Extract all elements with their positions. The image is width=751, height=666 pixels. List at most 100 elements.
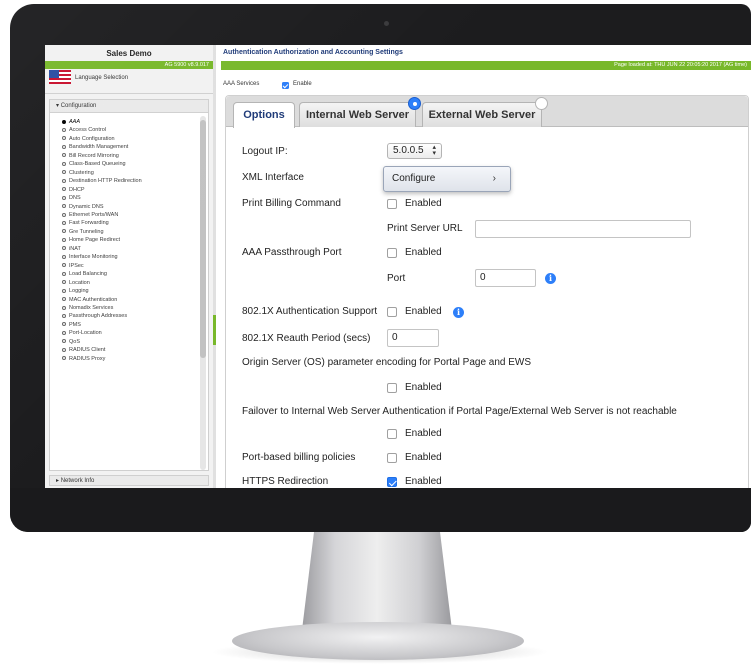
- tab-internal-web-server-label: Internal Web Server: [305, 109, 410, 121]
- https-redirection-checkbox[interactable]: [387, 477, 397, 487]
- aaa-services-enable-checkbox[interactable]: [282, 82, 289, 89]
- version-bar: AG 5900 v8.9.017: [45, 61, 213, 69]
- bullet-icon: [62, 330, 66, 335]
- https-redirection-label: HTTPS Redirection: [242, 476, 329, 487]
- tab-strip: Options Internal Web Server External Web…: [226, 96, 748, 128]
- print-server-url-label: Print Server URL: [387, 223, 463, 234]
- monitor-stand-base: [232, 622, 524, 660]
- print-billing-label: Print Billing Command: [242, 198, 341, 209]
- print-server-url-input[interactable]: [475, 220, 691, 238]
- bullet-icon: [62, 144, 66, 149]
- sidebar-item[interactable]: Interface Monitoring: [62, 253, 142, 261]
- sidebar-item[interactable]: Auto Configuration: [62, 135, 142, 143]
- sidebar-item-label: IPSec: [69, 262, 84, 269]
- configuration-header[interactable]: ▾ Configuration: [50, 100, 208, 113]
- sidebar-item[interactable]: DNS: [62, 194, 142, 202]
- external-web-server-radio[interactable]: [535, 97, 548, 110]
- bullet-icon: [62, 187, 66, 192]
- sidebar-item-label: RADIUS Proxy: [69, 355, 106, 362]
- bullet-icon: [62, 356, 66, 361]
- tab-external-web-server-label: External Web Server: [428, 109, 536, 121]
- sidebar-item[interactable]: QoS: [62, 338, 142, 346]
- sidebar-item-label: Bandwidth Management: [69, 144, 129, 151]
- sidebar-item[interactable]: Home Page Redirect: [62, 236, 142, 244]
- sidebar-item[interactable]: Ethernet Ports/WAN: [62, 211, 142, 219]
- sidebar-item-label: iNAT: [69, 245, 81, 252]
- sidebar-item[interactable]: Location: [62, 279, 142, 287]
- network-info-header[interactable]: ▸ Network Info: [49, 475, 209, 486]
- sidebar-item[interactable]: Load Balancing: [62, 270, 142, 278]
- port-billing-checkbox[interactable]: [387, 453, 397, 463]
- sidebar-item[interactable]: IPSec: [62, 262, 142, 270]
- dot1x-auth-checkbox[interactable]: [387, 307, 397, 317]
- sidebar-item[interactable]: Class-Based Queueing: [62, 160, 142, 168]
- sidebar-item[interactable]: Bill Record Mirroring: [62, 152, 142, 160]
- sidebar-item[interactable]: Clustering: [62, 169, 142, 177]
- sidebar-item[interactable]: Passthrough Addresses: [62, 312, 142, 320]
- sidebar-item-label: PMS: [69, 321, 81, 328]
- tab-options[interactable]: Options: [233, 102, 295, 128]
- sidebar-item[interactable]: Destination HTTP Redirection: [62, 177, 142, 185]
- configuration-header-label: Configuration: [60, 103, 97, 109]
- language-selection-link[interactable]: Language Selection: [75, 75, 128, 81]
- bullet-icon: [62, 178, 66, 183]
- print-billing-checkbox[interactable]: [387, 199, 397, 209]
- splitter-handle[interactable]: [213, 315, 216, 345]
- sidebar-item-label: Access Control: [69, 127, 106, 134]
- bullet-icon: [62, 229, 66, 234]
- sidebar-item[interactable]: RADIUS Client: [62, 346, 142, 354]
- monitor-chin: [10, 488, 751, 532]
- configure-button-label: Configure: [392, 173, 436, 184]
- sidebar-item-label: Nomadix Services: [69, 304, 114, 311]
- panel-splitter[interactable]: [213, 45, 216, 488]
- sidebar-item[interactable]: RADIUS Proxy: [62, 355, 142, 363]
- settings-panel: Options Internal Web Server External Web…: [225, 95, 749, 488]
- port-billing-enabled-label: Enabled: [405, 452, 442, 463]
- sidebar-item-label: Gre Tunneling: [69, 228, 104, 235]
- sidebar-item[interactable]: Nomadix Services: [62, 304, 142, 312]
- dot1x-auth-label: 802.1X Authentication Support: [242, 306, 378, 317]
- sidebar-item[interactable]: MAC Authentication: [62, 296, 142, 304]
- sidebar-item[interactable]: Dynamic DNS: [62, 203, 142, 211]
- sidebar-item-label: Clustering: [69, 169, 94, 176]
- port-info-icon[interactable]: i: [545, 273, 556, 284]
- sidebar-item[interactable]: iNAT: [62, 245, 142, 253]
- tab-external-web-server[interactable]: External Web Server: [422, 102, 542, 127]
- sidebar-item[interactable]: AAA: [62, 118, 142, 126]
- sidebar-item[interactable]: Logging: [62, 287, 142, 295]
- origin-server-checkbox[interactable]: [387, 383, 397, 393]
- port-billing-label: Port-based billing policies: [242, 452, 356, 463]
- configure-button[interactable]: Configure ›: [383, 166, 511, 192]
- failover-checkbox[interactable]: [387, 429, 397, 439]
- select-updown-icon: ▴ ▾: [432, 144, 436, 157]
- sidebar-item[interactable]: Bandwidth Management: [62, 143, 142, 151]
- internal-web-server-radio[interactable]: [408, 97, 421, 110]
- failover-label: Failover to Internal Web Server Authenti…: [242, 406, 677, 417]
- port-input[interactable]: 0: [475, 269, 536, 287]
- sidebar-item[interactable]: Gre Tunneling: [62, 228, 142, 236]
- https-redirection-enabled-label: Enabled: [405, 476, 442, 487]
- dot1x-reauth-label: 802.1X Reauth Period (secs): [242, 333, 371, 344]
- sidebar-item[interactable]: Port-Location: [62, 329, 142, 337]
- aaa-passthrough-checkbox[interactable]: [387, 248, 397, 258]
- sidebar-item-label: Fast Forwarding: [69, 220, 109, 227]
- bullet-icon: [62, 212, 66, 217]
- bullet-icon: [62, 170, 66, 175]
- sidebar-item-label: Port-Location: [69, 330, 102, 337]
- network-info-label: Network Info: [60, 478, 95, 484]
- sidebar-item[interactable]: Access Control: [62, 126, 142, 134]
- sidebar-item-label: QoS: [69, 338, 81, 345]
- logout-ip-select[interactable]: 5.0.0.5 ▴ ▾: [387, 143, 442, 159]
- sidebar-item[interactable]: PMS: [62, 321, 142, 329]
- us-flag-icon[interactable]: [49, 70, 71, 84]
- dot1x-info-icon[interactable]: i: [453, 307, 464, 318]
- sidebar-item[interactable]: DHCP: [62, 186, 142, 194]
- sidebar-item[interactable]: Fast Forwarding: [62, 219, 142, 227]
- monitor-stand-neck: [302, 532, 452, 630]
- chevron-right-icon: ›: [492, 173, 496, 184]
- dot1x-reauth-input[interactable]: 0: [387, 329, 439, 347]
- sidebar-scrollbar-thumb[interactable]: [200, 120, 206, 358]
- sidebar-item-label: Bill Record Mirroring: [69, 152, 119, 159]
- tab-internal-web-server[interactable]: Internal Web Server: [299, 102, 416, 127]
- aaa-services-enable-label: Enable: [293, 81, 312, 87]
